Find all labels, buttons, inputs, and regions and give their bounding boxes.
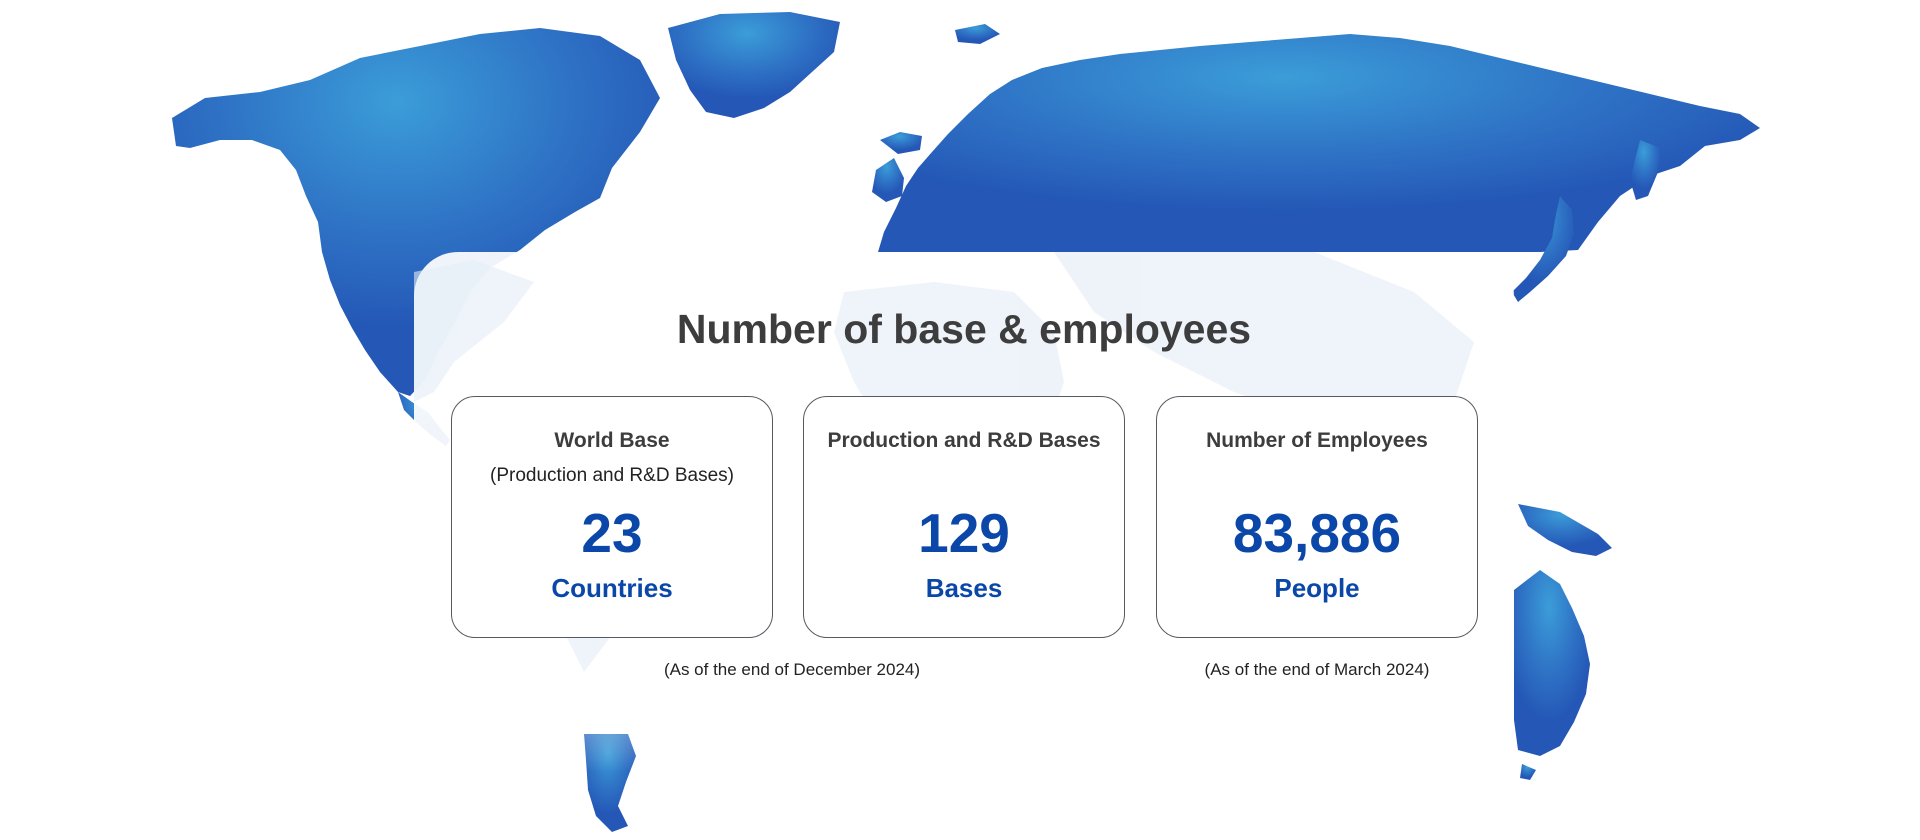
employees-card: Number of Employees 83,886 People xyxy=(1156,396,1478,638)
card-title: Production and R&D Bases xyxy=(827,429,1101,452)
card-unit: Bases xyxy=(925,573,1003,603)
employees-date-note: (As of the end of March 2024) xyxy=(1204,660,1430,679)
card-subtitle: (Production and R&D Bases) xyxy=(490,465,734,486)
card-unit: Countries xyxy=(551,573,673,603)
new-guinea-shape xyxy=(1518,504,1612,556)
eurasia-shape xyxy=(878,34,1760,252)
card-value: 83,886 xyxy=(1232,502,1402,564)
greenland-shape xyxy=(668,12,840,118)
world-base-card: World Base (Production and R&D Bases) 23… xyxy=(451,396,773,638)
svalbard-shape xyxy=(955,24,1000,44)
card-title: Number of Employees xyxy=(1206,429,1428,452)
australia-shape xyxy=(1514,570,1590,756)
iceland-shape xyxy=(880,132,922,154)
production-rd-bases-card: Production and R&D Bases 129 Bases xyxy=(803,396,1125,638)
british-isles-shape xyxy=(872,158,904,202)
card-unit: People xyxy=(1274,573,1360,603)
new-zealand-shape xyxy=(1520,764,1536,780)
card-value: 129 xyxy=(918,502,1010,564)
bases-date-note: (As of the end of December 2024) xyxy=(663,660,921,679)
card-title: World Base xyxy=(554,429,670,452)
page-title: Number of base & employees xyxy=(676,306,1252,352)
card-value: 23 xyxy=(581,502,643,564)
